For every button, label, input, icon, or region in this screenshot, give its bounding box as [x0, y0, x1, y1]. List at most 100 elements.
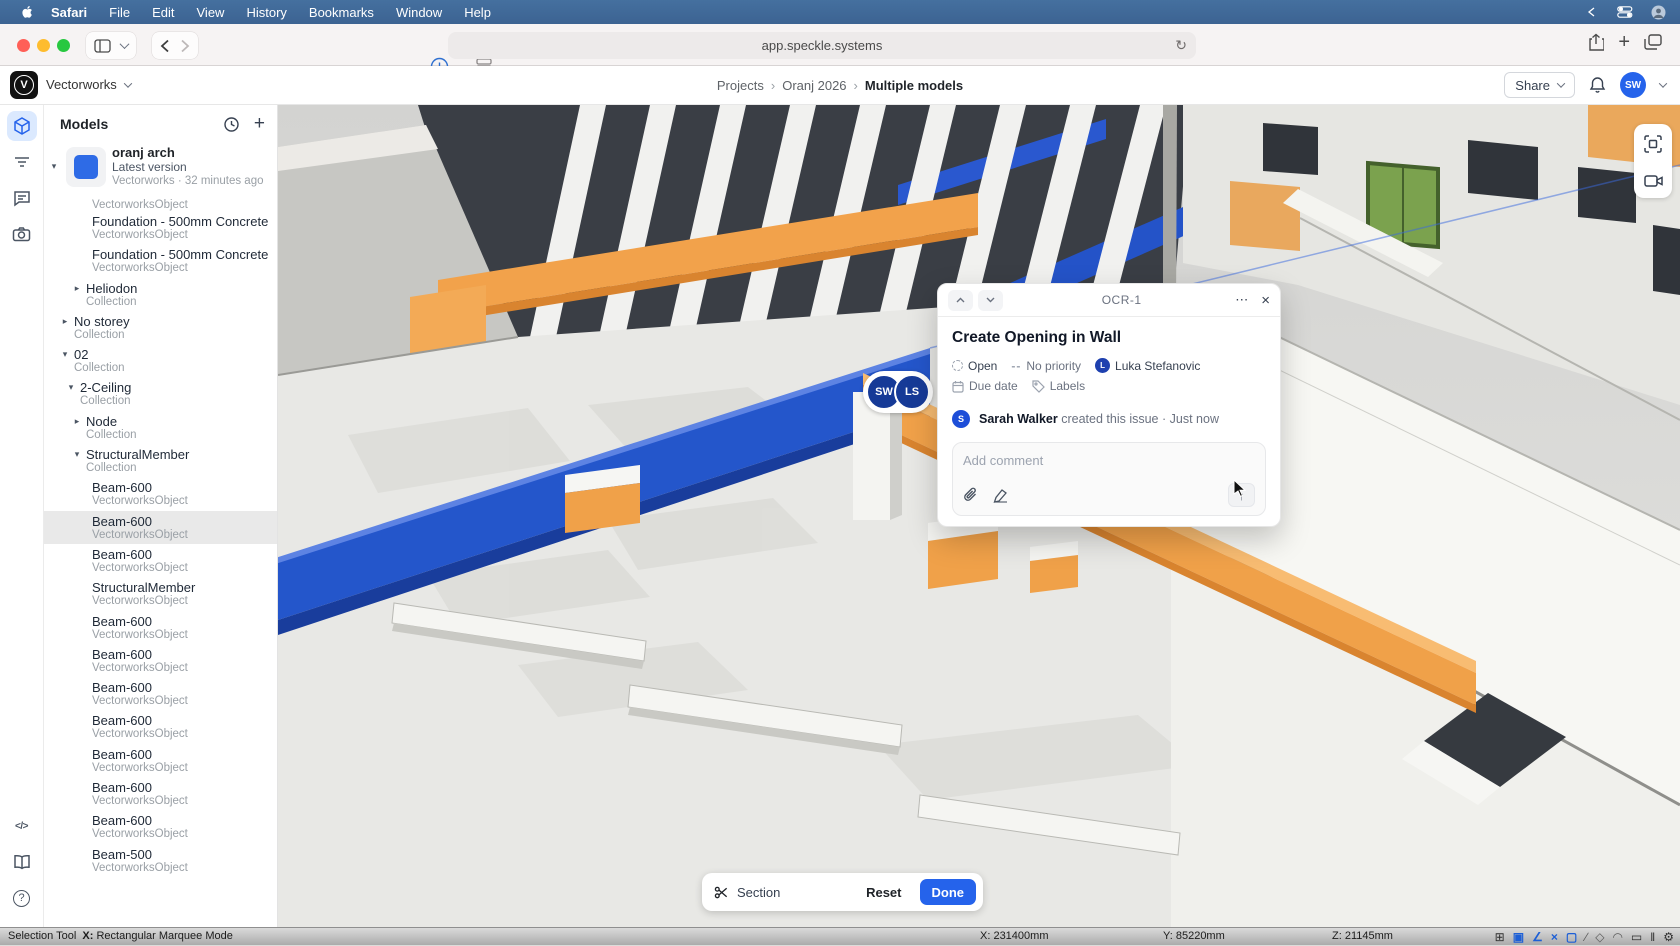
menu-item[interactable]: File: [98, 5, 141, 20]
snap-icon[interactable]: ∠: [1532, 931, 1543, 943]
snap-icon[interactable]: ‖: [1650, 931, 1655, 943]
comment-box[interactable]: Add comment ↑: [952, 442, 1266, 516]
control-center-icon[interactable]: [1617, 6, 1633, 18]
menu-item[interactable]: Help: [453, 5, 502, 20]
tree-item[interactable]: ▾ 02 Collection: [44, 344, 277, 377]
camera-views-icon[interactable]: [1643, 174, 1663, 188]
user-menu-chevron-icon[interactable]: [1658, 79, 1668, 88]
tree-item[interactable]: Beam-600 VectorworksObject: [44, 744, 277, 777]
back-button[interactable]: [160, 39, 170, 53]
fit-view-icon[interactable]: [1644, 134, 1662, 153]
address-bar[interactable]: app.speckle.systems ↻: [448, 32, 1196, 59]
tree-expand-arrow[interactable]: ▸: [60, 316, 70, 327]
comment-input[interactable]: Add comment: [963, 453, 1255, 483]
tree-item[interactable]: Foundation - 500mm Concrete VectorworksO…: [44, 244, 277, 277]
tree-item[interactable]: ▸ Node Collection: [44, 411, 277, 444]
version-history-icon[interactable]: [223, 116, 240, 133]
tree-item[interactable]: Beam-500 VectorworksObject: [44, 844, 277, 877]
tree-item[interactable]: Beam-600 VectorworksObject: [44, 510, 277, 544]
issue-title: Create Opening in Wall: [952, 329, 1122, 346]
tree-expand-arrow[interactable]: ▸: [72, 283, 82, 294]
draw-annotation-icon[interactable]: [992, 488, 1009, 503]
breadcrumb-project-name[interactable]: Oranj 2026: [782, 78, 846, 93]
menu-item[interactable]: Edit: [141, 5, 185, 20]
tree-expand-arrow[interactable]: ▾: [72, 449, 82, 460]
tree-expand-arrow[interactable]: ▾: [60, 349, 70, 360]
tree-item[interactable]: Beam-600 VectorworksObject: [44, 710, 277, 743]
tree-item[interactable]: ▸ No storey Collection: [44, 311, 277, 344]
rail-filters-button[interactable]: [7, 147, 37, 177]
prev-issue-button[interactable]: [948, 289, 973, 311]
rail-views-button[interactable]: [7, 219, 37, 249]
user-avatar[interactable]: SW: [1620, 72, 1646, 98]
issue-close-button[interactable]: ×: [1261, 292, 1270, 309]
share-button[interactable]: Share: [1504, 72, 1575, 98]
next-issue-button[interactable]: [978, 289, 1003, 311]
tree-item[interactable]: ▾ 2-Ceiling Collection: [44, 377, 277, 410]
snap-icon[interactable]: ⚙: [1663, 931, 1674, 943]
tree-item[interactable]: Beam-600 VectorworksObject: [44, 777, 277, 810]
reload-icon[interactable]: ↻: [1175, 37, 1187, 54]
tree-item[interactable]: Foundation - 500mm Concrete VectorworksO…: [44, 211, 277, 244]
rail-comments-button[interactable]: [7, 183, 37, 213]
tree-item[interactable]: ▸ Heliodon Collection: [44, 278, 277, 311]
screen-mirroring-icon[interactable]: [1585, 6, 1599, 18]
notifications-bell-icon[interactable]: [1589, 76, 1606, 94]
new-tab-button[interactable]: +: [1618, 32, 1630, 52]
snap-icon[interactable]: ▣: [1513, 931, 1524, 943]
menu-item[interactable]: View: [186, 5, 236, 20]
tree-item[interactable]: Beam-600 VectorworksObject: [44, 677, 277, 710]
rail-help-button[interactable]: ?: [7, 883, 37, 913]
tree-item[interactable]: Beam-600 VectorworksObject: [44, 611, 277, 644]
snap-icon[interactable]: ▢: [1566, 931, 1577, 943]
tab-overview-icon[interactable]: [1644, 34, 1662, 50]
window-zoom-button[interactable]: [57, 39, 70, 52]
forward-button[interactable]: [180, 39, 190, 53]
tree-item[interactable]: Beam-600 VectorworksObject: [44, 644, 277, 677]
snap-icon[interactable]: ×: [1551, 931, 1558, 943]
attach-file-icon[interactable]: [963, 487, 978, 503]
tree-expand-arrow[interactable]: ▾: [66, 382, 76, 393]
collaborator-avatar[interactable]: LS: [894, 374, 930, 410]
sidebar-menu-chevron[interactable]: [119, 39, 130, 50]
tree-item[interactable]: StructuralMember VectorworksObject: [44, 577, 277, 610]
share-icon[interactable]: [1588, 33, 1605, 52]
rail-developer-button[interactable]: </>: [7, 811, 37, 841]
user-account-icon[interactable]: [1651, 5, 1666, 20]
snap-icon[interactable]: ◠: [1612, 931, 1622, 943]
apple-menu-icon[interactable]: [14, 5, 40, 19]
menu-item[interactable]: History: [235, 5, 297, 20]
reset-button[interactable]: Reset: [856, 885, 911, 900]
model-card[interactable]: ▾ oranj arch Latest version Vectorworks …: [44, 137, 277, 196]
window-close-button[interactable]: [17, 39, 30, 52]
snap-icon[interactable]: ∕: [1585, 931, 1587, 943]
issue-assignee-button[interactable]: L Luka Stefanovic: [1095, 358, 1200, 373]
model-collapse-caret[interactable]: ▾: [48, 161, 60, 172]
breadcrumb-projects[interactable]: Projects: [717, 78, 764, 93]
rail-models-button[interactable]: [6, 111, 37, 141]
snap-icon[interactable]: ▭: [1631, 931, 1642, 943]
snap-icon[interactable]: ◇: [1595, 931, 1604, 943]
tree-expand-arrow[interactable]: ▸: [72, 416, 82, 427]
snap-icon[interactable]: ⊞: [1495, 931, 1505, 943]
sidebar-toggle-icon[interactable]: [94, 38, 111, 53]
menu-item[interactable]: Bookmarks: [298, 5, 385, 20]
menu-item[interactable]: Window: [385, 5, 453, 20]
tree-item[interactable]: ▾ StructuralMember Collection: [44, 444, 277, 477]
issue-labels-button[interactable]: Labels: [1032, 379, 1085, 393]
issue-due-date-button[interactable]: Due date: [952, 379, 1018, 393]
rail-docs-button[interactable]: [7, 847, 37, 877]
window-minimize-button[interactable]: [37, 39, 50, 52]
viewport-collaborator-avatars[interactable]: SW LS: [863, 371, 933, 413]
issue-priority-button[interactable]: -- No priority: [1011, 359, 1081, 373]
tree-item[interactable]: Beam-600 VectorworksObject: [44, 810, 277, 843]
tree-item-name: Beam-600: [92, 546, 152, 562]
done-button[interactable]: Done: [919, 879, 976, 905]
tree-item[interactable]: VectorworksObject: [44, 196, 277, 211]
issue-more-button[interactable]: ⋯: [1235, 292, 1249, 308]
tree-item[interactable]: Beam-600 VectorworksObject: [44, 477, 277, 510]
add-model-button[interactable]: +: [254, 114, 265, 133]
issue-status-button[interactable]: Open: [952, 359, 997, 373]
menu-item[interactable]: Safari: [40, 5, 98, 20]
tree-item[interactable]: Beam-600 VectorworksObject: [44, 544, 277, 577]
